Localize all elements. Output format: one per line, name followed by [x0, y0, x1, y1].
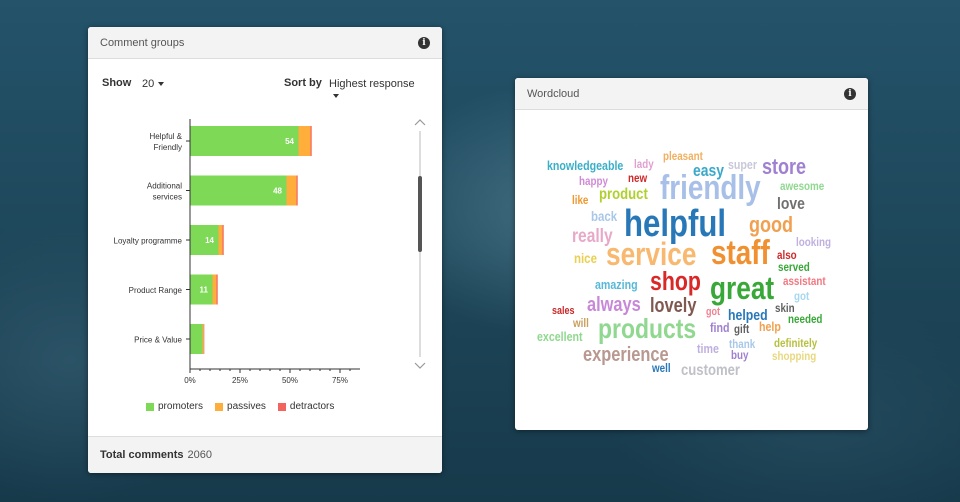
- category-label: Loyalty programme: [114, 237, 183, 246]
- comment-groups-footer: Total comments 2060: [88, 436, 442, 473]
- wordcloud-word[interactable]: lady: [634, 158, 654, 171]
- wordcloud-word[interactable]: friendly: [660, 168, 761, 206]
- wordcloud-word[interactable]: well: [651, 362, 670, 375]
- legend-item-detractors[interactable]: detractors: [277, 401, 335, 412]
- bar-promoters[interactable]: [190, 175, 287, 206]
- bar-passives[interactable]: [202, 324, 204, 354]
- total-comments-value: 2060: [187, 449, 213, 461]
- legend-item-promoters[interactable]: promoters: [146, 401, 203, 412]
- bar-detractors[interactable]: [296, 175, 298, 206]
- category-label: Additional services: [147, 182, 182, 202]
- x-tick-label: 25%: [232, 376, 248, 385]
- wordcloud-word[interactable]: love: [777, 195, 805, 214]
- wordcloud-word[interactable]: lovely: [650, 293, 697, 316]
- category-label: Helpful & Friendly: [150, 132, 183, 152]
- bar-passives[interactable]: [218, 225, 223, 255]
- bar-detractors[interactable]: [216, 274, 218, 305]
- wordcloud-word[interactable]: awesome: [780, 180, 824, 193]
- legend-swatch: [215, 402, 224, 411]
- wordcloud-word[interactable]: buy: [731, 349, 749, 362]
- total-comments-label: Total comments: [100, 449, 184, 461]
- wordcloud-word[interactable]: shop: [650, 267, 701, 297]
- legend-swatch: [146, 402, 154, 411]
- bar-detractors[interactable]: [310, 126, 312, 156]
- wordcloud-word[interactable]: knowledgeable: [547, 158, 624, 173]
- wordcloud-word[interactable]: looking: [796, 236, 831, 249]
- legend-label: passives: [227, 401, 266, 412]
- wordcloud-word[interactable]: shopping: [772, 350, 816, 363]
- wordcloud-word[interactable]: back: [591, 208, 618, 224]
- bar-promoters[interactable]: [190, 126, 299, 156]
- wordcloud-word[interactable]: time: [697, 341, 719, 356]
- bar-detractors[interactable]: [203, 324, 205, 354]
- bar-promoters[interactable]: [190, 324, 203, 354]
- wordcloud-word[interactable]: gift: [734, 323, 750, 336]
- x-tick-label: 50%: [282, 376, 298, 385]
- bar-data-label: 11: [200, 286, 209, 295]
- comment-groups-chart: Helpful & Friendly 54 Additional services 48 L…: [114, 119, 426, 385]
- wordcloud-word[interactable]: customer: [681, 362, 740, 379]
- wordcloud-word[interactable]: needed: [788, 313, 822, 326]
- wordcloud-word[interactable]: amazing: [595, 277, 638, 292]
- legend-swatch: [277, 402, 286, 411]
- wordcloud-word[interactable]: like: [572, 194, 588, 207]
- wordcloud-word[interactable]: product: [599, 186, 648, 203]
- legend-label: promoters: [158, 401, 204, 412]
- wordcloud-word[interactable]: excellent: [537, 329, 583, 344]
- legend-label: detractors: [289, 401, 335, 412]
- comment-groups-panel: Comment groups i Show 20 Sort by Highest…: [88, 27, 442, 473]
- wordcloud-word[interactable]: served: [778, 261, 810, 274]
- x-tick-label: 75%: [332, 376, 348, 385]
- category-label: Price & Value: [134, 336, 182, 345]
- bar-passives[interactable]: [298, 126, 311, 156]
- wordcloud-word[interactable]: store: [762, 155, 806, 179]
- wordcloud-word[interactable]: got: [794, 290, 810, 303]
- bar-passives[interactable]: [212, 274, 217, 305]
- bar-data-label: 54: [285, 137, 294, 146]
- bar-data-label: 14: [205, 236, 214, 245]
- wordcloud-word[interactable]: find: [710, 320, 730, 335]
- legend-item-passives[interactable]: passives: [215, 401, 266, 412]
- bar-passives[interactable]: [286, 175, 297, 206]
- wordcloud-word[interactable]: new: [628, 172, 648, 185]
- x-tick-label: 0%: [184, 376, 196, 385]
- wordcloud-word[interactable]: staff: [711, 233, 770, 271]
- chart-legend: promoters passives detractors: [146, 401, 334, 412]
- category-label: Product Range: [129, 286, 183, 295]
- wordcloud-word[interactable]: assistant: [783, 275, 826, 288]
- scroll-up-icon[interactable]: [414, 119, 426, 126]
- bar-detractors[interactable]: [222, 225, 224, 255]
- wordcloud-word[interactable]: sales: [552, 305, 575, 317]
- wordcloud-panel: Wordcloud i knowledgeable lady pleasant sup…: [515, 78, 868, 430]
- wordcloud: knowledgeable ladypleasantsuper storehappy…: [537, 150, 831, 379]
- wordcloud-word[interactable]: nice: [574, 250, 597, 266]
- scroll-thumb[interactable]: [418, 176, 422, 252]
- wordcloud-word[interactable]: always: [587, 292, 641, 315]
- scroll-down-icon[interactable]: [414, 362, 426, 369]
- wordcloud-word[interactable]: products: [598, 314, 696, 345]
- wordcloud-word[interactable]: great: [710, 272, 774, 307]
- wordcloud-word[interactable]: got: [706, 306, 721, 318]
- bar-data-label: 48: [273, 187, 282, 196]
- wordcloud-word[interactable]: help: [759, 319, 781, 334]
- wordcloud-word[interactable]: definitely: [774, 337, 818, 350]
